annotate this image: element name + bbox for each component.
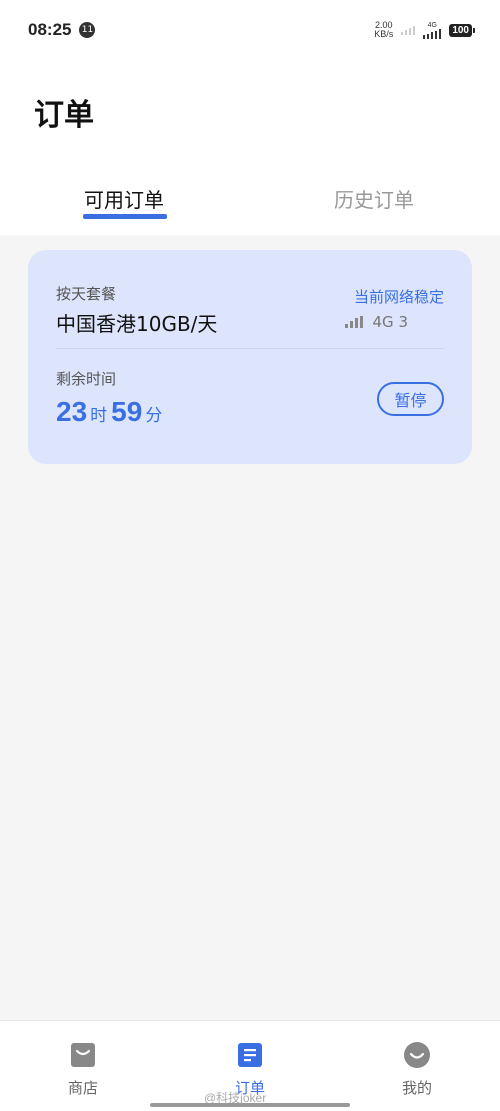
hour-unit: 时	[90, 406, 108, 426]
signal-bars-icon	[344, 316, 363, 328]
header: 订单 可用订单 历史订单	[0, 60, 500, 235]
status-indicators: 2.00 KB/s 4G 100	[374, 21, 475, 39]
pause-button[interactable]: 暂停	[377, 382, 444, 416]
signal-sim2: 4G	[423, 21, 442, 39]
active-tab-indicator	[83, 214, 167, 219]
order-card[interactable]: 按天套餐 中国香港10GB/天 当前网络稳定 4G 3 剩余时间 23 时 59…	[28, 250, 472, 464]
nav-label-mine: 我的	[401, 1079, 432, 1097]
remaining-label: 剩余时间	[56, 370, 117, 388]
nav-item-shop[interactable]: 商店	[43, 1041, 123, 1098]
battery-icon: 100	[449, 23, 475, 37]
page-title: 订单	[34, 98, 94, 133]
nav-item-mine[interactable]: 我的	[377, 1041, 457, 1098]
home-indicator	[150, 1103, 350, 1107]
remaining-hours: 23	[56, 396, 88, 427]
network-signal: 4G 3	[344, 313, 408, 331]
remaining-time: 23 时 59 分	[56, 396, 166, 428]
card-divider	[56, 348, 444, 349]
status-time: 08:25	[28, 20, 72, 39]
signal-sim1-icon	[401, 25, 416, 35]
net-speed-unit: KB/s	[374, 29, 394, 39]
screen: 08:25 11 2.00 KB/s 4G 100 订单 可用订单 历史订单 按…	[0, 0, 500, 1111]
status-bar: 08:25 11 2.00 KB/s 4G 100	[0, 0, 500, 60]
signal-sim2-icon	[423, 28, 442, 39]
orders-icon	[236, 1041, 264, 1069]
network-status: 当前网络稳定	[353, 288, 444, 306]
minute-unit: 分	[145, 406, 163, 426]
tab-history-orders[interactable]: 历史订单	[334, 184, 414, 213]
plan-type: 按天套餐	[56, 285, 117, 303]
tab-available-orders[interactable]: 可用订单	[84, 184, 164, 213]
plan-name: 中国香港10GB/天	[56, 312, 218, 336]
notification-badge-icon: 11	[79, 22, 96, 38]
remaining-minutes: 59	[111, 396, 143, 427]
network-signal-text: 4G 3	[372, 313, 408, 331]
net-speed: 2.00 KB/s	[374, 21, 393, 39]
profile-icon	[403, 1041, 431, 1069]
shop-icon	[69, 1041, 97, 1069]
nav-label-shop: 商店	[67, 1079, 98, 1097]
network-tag: 4G	[427, 21, 437, 29]
